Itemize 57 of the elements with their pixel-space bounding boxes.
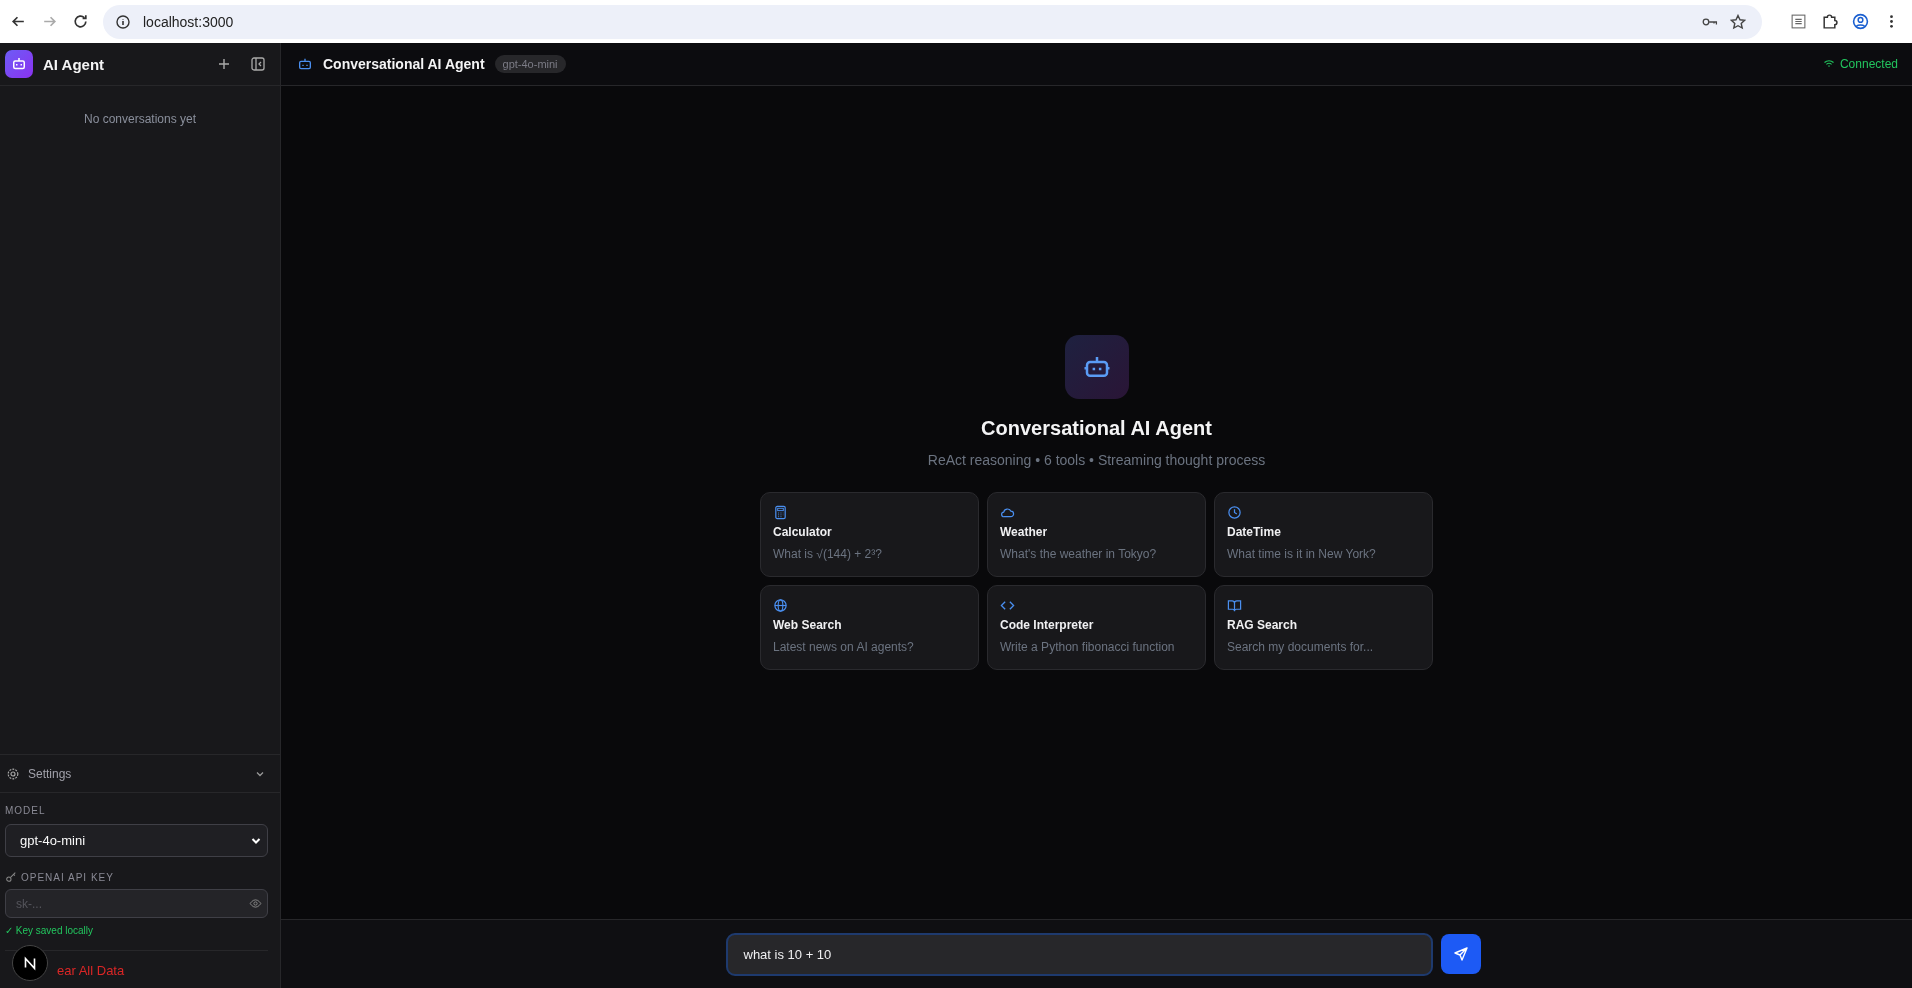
tool-name: RAG Search (1227, 618, 1299, 632)
tool-example: What time is it in New York? (1227, 547, 1377, 561)
model-badge: gpt-4o-mini (494, 55, 566, 73)
robot-icon (297, 56, 313, 72)
collapse-sidebar-icon[interactable] (250, 56, 266, 72)
tool-card[interactable]: Weather What's the weather in Tokyo? (987, 492, 1206, 577)
app-name: AI Agent (43, 55, 105, 73)
globe-icon (773, 598, 788, 613)
tool-example: What's the weather in Tokyo? (1000, 547, 1158, 561)
robot-icon (1064, 335, 1129, 399)
wifi-icon (1822, 58, 1835, 70)
model-select[interactable]: gpt-4o-mini (5, 824, 268, 857)
send-icon (1452, 946, 1469, 962)
gear-icon (6, 766, 20, 781)
cloud-icon (1000, 505, 1015, 520)
reading-list-icon[interactable] (1790, 13, 1807, 30)
welcome-subtitle: ReAct reasoning • 6 tools • Streaming thought process (927, 452, 1266, 468)
send-button[interactable] (1440, 934, 1481, 974)
tool-name: Weather (1000, 525, 1049, 539)
tool-example: Write a Python fibonacci function (1000, 640, 1176, 654)
key-icon (5, 871, 17, 883)
tool-card[interactable]: RAG Search Search my documents for... (1214, 585, 1433, 670)
tool-example: Search my documents for... (1227, 640, 1375, 654)
tool-name: Calculator (773, 525, 833, 539)
tool-example: Latest news on AI agents? (773, 640, 915, 654)
settings-toggle[interactable]: Settings (0, 755, 280, 793)
address-bar[interactable]: localhost:3000 (103, 4, 1762, 39)
info-icon[interactable] (115, 13, 131, 30)
api-key-label: OPENAI API KEY (21, 871, 114, 883)
tool-card[interactable]: DateTime What time is it in New York? (1214, 492, 1433, 577)
welcome-title: Conversational AI Agent (981, 417, 1212, 440)
tool-card[interactable]: Code Interpreter Write a Python fibonacci function (987, 585, 1206, 670)
message-input[interactable]: what is 10 + 10 (725, 932, 1433, 976)
star-icon[interactable] (1730, 13, 1746, 30)
tool-card[interactable]: Web Search Latest news on AI agents? (760, 585, 979, 670)
calculator-icon (773, 505, 788, 520)
clear-data-link[interactable]: ear All Data (57, 963, 125, 978)
tool-name: Code Interpreter (1000, 618, 1095, 632)
plus-icon[interactable] (216, 56, 232, 72)
clock-icon (1227, 505, 1242, 520)
framework-badge[interactable] (12, 945, 48, 981)
reload-icon[interactable] (72, 13, 89, 30)
eye-icon[interactable] (249, 897, 262, 910)
empty-message: No conversations yet (82, 112, 198, 126)
model-label: MODEL (5, 805, 47, 816)
tool-name: Web Search (773, 618, 843, 632)
robot-icon (5, 50, 33, 78)
key-status: ✓ Key saved locally (5, 925, 95, 936)
connection-status: Connected (1839, 57, 1898, 71)
tool-name: DateTime (1227, 525, 1282, 539)
tool-card[interactable]: Calculator What is √(144) + 2³? (760, 492, 979, 577)
tool-example: What is √(144) + 2³? (773, 547, 883, 561)
chat-title: Conversational AI Agent (323, 56, 485, 72)
extensions-icon[interactable] (1821, 13, 1838, 30)
book-icon (1227, 598, 1242, 613)
code-icon (1000, 598, 1015, 613)
profile-icon[interactable] (1852, 13, 1869, 30)
